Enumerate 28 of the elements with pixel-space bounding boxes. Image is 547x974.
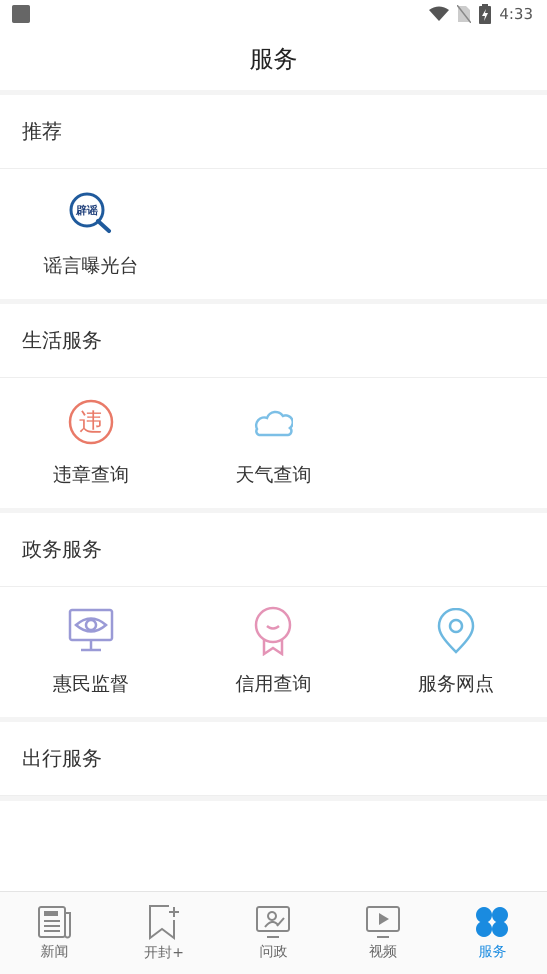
section-title: 推荐	[22, 118, 62, 145]
wifi-icon	[429, 6, 450, 22]
section-title: 生活服务	[22, 327, 102, 354]
nav-tab[interactable]: 开封+	[109, 892, 219, 974]
newspaper-icon	[36, 905, 73, 939]
section-title: 出行服务	[22, 745, 102, 772]
battery-icon	[479, 4, 492, 24]
service-label[interactable]: 服务网点	[418, 671, 494, 697]
service-label[interactable]: 天气查询	[235, 462, 312, 488]
page-title: 服务	[250, 44, 298, 75]
service-label[interactable]: 信用查询	[235, 671, 312, 697]
stamp-icon: 违	[68, 399, 114, 445]
location-pin-icon	[436, 608, 475, 654]
bookmark-plus-icon	[147, 904, 182, 940]
nav-tab[interactable]: 视频	[328, 892, 438, 974]
service-label[interactable]: 违章查询	[53, 462, 130, 488]
service-label[interactable]: 惠民监督	[53, 671, 130, 697]
status-time: 4:33	[499, 5, 533, 23]
no-sim-icon	[457, 5, 472, 23]
service-label[interactable]: 谣言曝光台	[44, 253, 139, 279]
monitor-eye-icon	[68, 608, 114, 654]
section-title: 政务服务	[22, 536, 102, 563]
monitor-person-icon	[255, 905, 292, 939]
clover-icon	[474, 905, 510, 939]
notification-icon	[11, 4, 31, 24]
video-play-icon	[364, 905, 401, 939]
nav-tab[interactable]: 新闻	[0, 892, 110, 974]
nav-tab[interactable]: 问政	[218, 892, 328, 974]
